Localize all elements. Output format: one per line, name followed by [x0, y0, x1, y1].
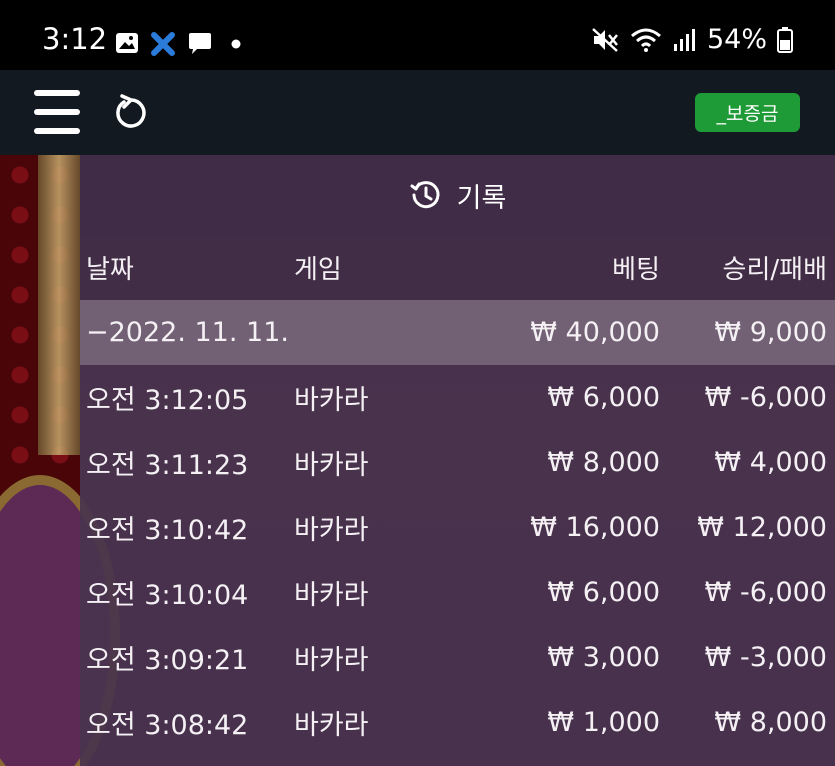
table-row: 오전 3:08:42 바카라 ₩ 1,000 ₩ 8,000	[80, 690, 835, 755]
summary-date: −2022. 11. 11.	[86, 317, 289, 348]
row-game: 바카라	[294, 580, 369, 611]
wifi-icon	[631, 28, 661, 52]
row-time: 오전 3:10:04	[86, 580, 249, 611]
dot-icon	[231, 39, 241, 49]
status-bar: 3:12 54%	[0, 0, 835, 70]
row-win-loss: ₩ 8,000	[714, 707, 827, 738]
row-time: 오전 3:11:23	[86, 450, 249, 481]
row-bet: ₩ 6,000	[547, 382, 660, 413]
chat-icon	[189, 33, 211, 54]
row-time: 오전 3:10:42	[86, 515, 249, 546]
row-win-loss: ₩ 4,000	[714, 447, 827, 478]
battery-icon	[777, 26, 793, 53]
summary-bet: ₩ 40,000	[530, 317, 660, 348]
column-header-date: 날짜	[86, 255, 134, 285]
history-title: 기록	[456, 182, 507, 214]
history-icon	[410, 181, 440, 209]
row-win-loss: ₩ 12,000	[697, 512, 827, 543]
row-game: 바카라	[294, 450, 369, 481]
table-row: 오전 3:11:23 바카라 ₩ 8,000 ₩ 4,000	[80, 430, 835, 495]
column-header-game: 게임	[294, 255, 342, 285]
app-x-icon	[151, 32, 175, 56]
row-time: 오전 3:08:42	[86, 710, 249, 741]
mute-icon	[592, 27, 618, 52]
history-header: 기록	[80, 155, 835, 235]
row-bet: ₩ 6,000	[547, 577, 660, 608]
row-bet: ₩ 1,000	[547, 707, 660, 738]
table-row: 오전 3:10:42 바카라 ₩ 16,000 ₩ 12,000	[80, 495, 835, 560]
gallery-icon	[116, 33, 138, 53]
summary-win-loss: ₩ 9,000	[714, 317, 827, 348]
row-win-loss: ₩ -6,000	[704, 577, 827, 608]
table-row: 오전 3:12:05 바카라 ₩ 6,000 ₩ -6,000	[80, 365, 835, 430]
date-summary-row[interactable]: −2022. 11. 11. ₩ 40,000 ₩ 9,000	[80, 300, 835, 365]
row-game: 바카라	[294, 385, 369, 416]
table-row: 오전 3:09:21 바카라 ₩ 3,000 ₩ -3,000	[80, 625, 835, 690]
row-game: 바카라	[294, 515, 369, 546]
table-row: 오전 3:10:04 바카라 ₩ 6,000 ₩ -6,000	[80, 560, 835, 625]
row-bet: ₩ 16,000	[530, 512, 660, 543]
refresh-icon[interactable]	[112, 94, 150, 132]
column-header-win-loss: 승리/패배	[722, 255, 827, 285]
table-header-row: 날짜 게임 베팅 승리/패배	[80, 235, 835, 300]
row-win-loss: ₩ -3,000	[704, 642, 827, 673]
app-bar: _보증금	[0, 70, 835, 155]
signal-icon	[673, 28, 695, 51]
row-time: 오전 3:09:21	[86, 645, 249, 676]
menu-icon-line-top	[34, 90, 80, 96]
row-time: 오전 3:12:05	[86, 385, 249, 416]
status-time: 3:12	[42, 22, 108, 56]
row-game: 바카라	[294, 645, 369, 676]
row-game: 바카라	[294, 710, 369, 741]
row-win-loss: ₩ -6,000	[704, 382, 827, 413]
curtain-tassel	[38, 155, 80, 455]
status-right: 54%	[591, 24, 793, 55]
row-bet: ₩ 8,000	[547, 447, 660, 478]
history-table: 날짜 게임 베팅 승리/패배 −2022. 11. 11. ₩ 40,000 ₩…	[80, 235, 835, 755]
menu-icon-line-bottom	[34, 128, 80, 134]
menu-icon-line-middle	[34, 109, 80, 115]
column-header-bet: 베팅	[612, 255, 660, 285]
menu-button[interactable]	[34, 90, 80, 134]
battery-percent: 54%	[706, 24, 767, 55]
row-bet: ₩ 3,000	[547, 642, 660, 673]
history-panel: 기록 날짜 게임 베팅 승리/패배 −2022. 11. 11. ₩ 40,00…	[80, 155, 835, 766]
deposit-button[interactable]: _보증금	[695, 93, 800, 132]
